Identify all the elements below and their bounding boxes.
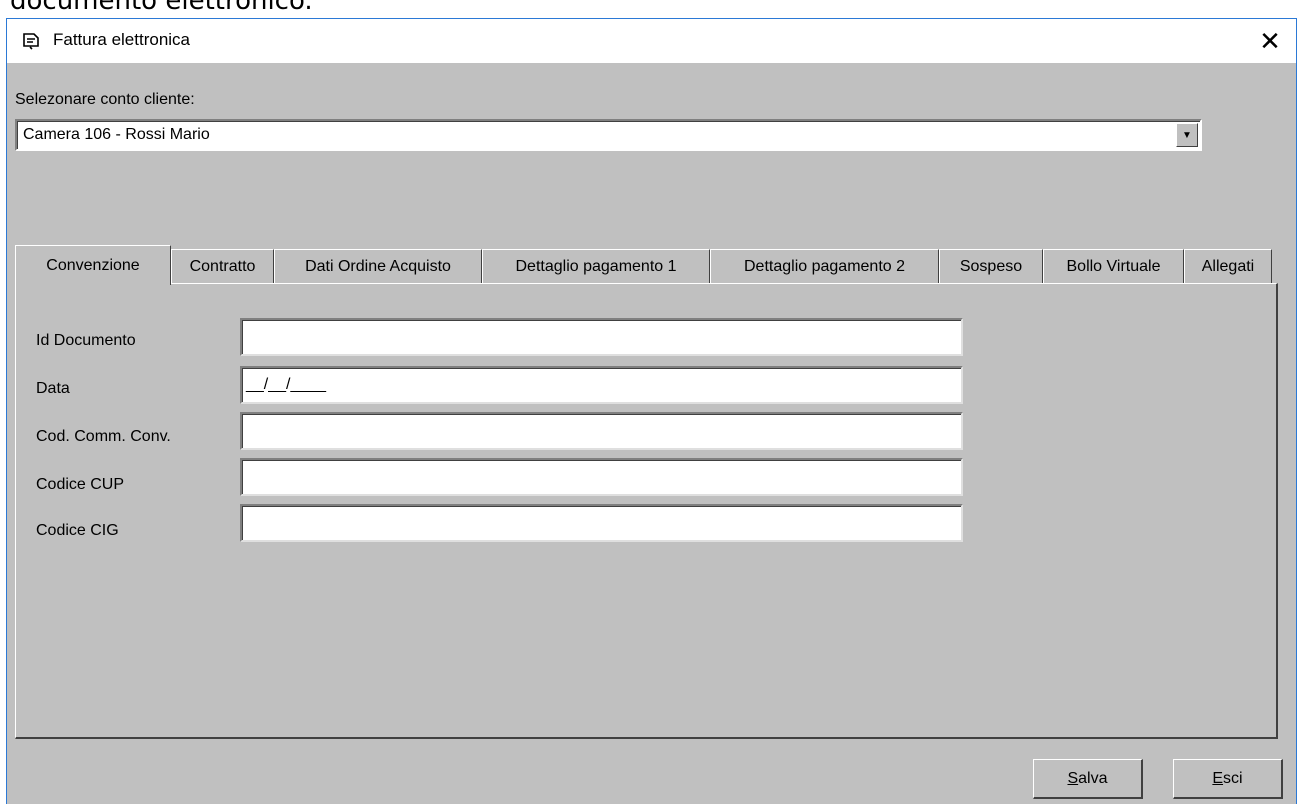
field-label-data: Data	[36, 380, 70, 397]
id-documento-input[interactable]	[240, 318, 963, 356]
tab-contratto[interactable]: Contratto	[171, 249, 274, 283]
save-button[interactable]: Salva	[1033, 759, 1143, 799]
field-label-codice-cup: Codice CUP	[36, 476, 125, 493]
close-icon: ✕	[1259, 25, 1281, 56]
title-bar: Fattura elettronica ✕	[7, 19, 1296, 63]
tab-dettaglio-pagamento-1[interactable]: Dettaglio pagamento 1	[482, 249, 710, 283]
tab-bollo-virtuale[interactable]: Bollo Virtuale	[1043, 249, 1184, 283]
tab-dati-ordine-acquisto[interactable]: Dati Ordine Acquisto	[274, 249, 482, 283]
exit-button[interactable]: Esci	[1173, 759, 1283, 799]
account-select[interactable]: Camera 106 - Rossi Mario ▼	[15, 119, 1202, 151]
account-label: Selezonare conto cliente:	[15, 91, 195, 108]
tab-sospeso[interactable]: Sospeso	[939, 249, 1043, 283]
chevron-down-icon[interactable]: ▼	[1176, 123, 1198, 147]
field-label-cod-comm-conv: Cod. Comm. Conv.	[36, 428, 171, 445]
account-select-value: Camera 106 - Rossi Mario	[23, 126, 210, 143]
field-label-id-documento: Id Documento	[36, 332, 136, 349]
codice-cig-input[interactable]	[240, 504, 963, 542]
tab-dettaglio-pagamento-2[interactable]: Dettaglio pagamento 2	[710, 249, 939, 283]
dialog-window: Fattura elettronica ✕ Selezonare conto c…	[6, 18, 1297, 804]
close-button[interactable]: ✕	[1248, 19, 1292, 63]
app-icon	[21, 31, 41, 51]
window-title: Fattura elettronica	[53, 30, 191, 49]
tab-convenzione[interactable]: Convenzione	[15, 245, 171, 285]
tab-allegati[interactable]: Allegati	[1184, 249, 1272, 283]
background-document-text: documento elettronico.	[10, 0, 313, 16]
tab-panel-convenzione: Id Documento Data __/__/____ Cod. Comm. …	[15, 283, 1278, 739]
cod-comm-conv-input[interactable]	[240, 412, 963, 450]
data-input[interactable]: __/__/____	[240, 366, 963, 404]
codice-cup-input[interactable]	[240, 458, 963, 496]
field-label-codice-cig: Codice CIG	[36, 522, 119, 539]
